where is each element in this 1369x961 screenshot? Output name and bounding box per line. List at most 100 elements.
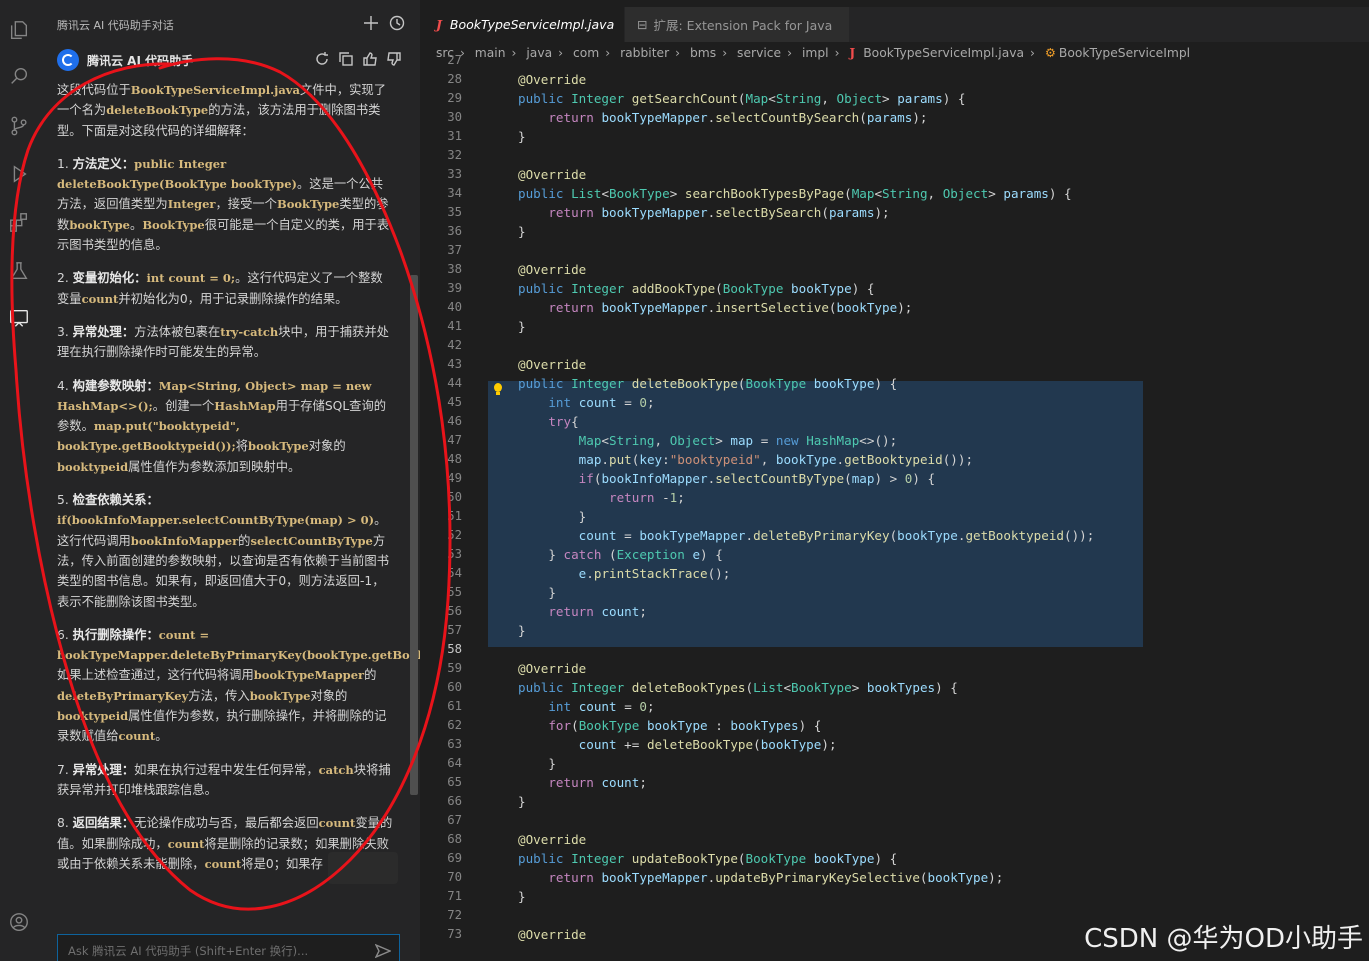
code-text: } (518, 585, 556, 600)
code-text: @Override (518, 661, 587, 676)
tab-extension-pack[interactable]: ⊟ 扩展: Extension Pack for Java (625, 7, 849, 42)
code-line[interactable]: 29 public Integer getSearchCount(Map<Stri… (420, 89, 1369, 108)
code-line[interactable]: 51 } (420, 507, 1369, 526)
line-number: 44 (447, 376, 462, 390)
code-line[interactable]: 53 } catch (Exception e) { (420, 545, 1369, 564)
chat-scrollbar[interactable] (410, 275, 418, 795)
line-number: 45 (447, 395, 462, 409)
code-line[interactable]: 66} (420, 792, 1369, 811)
code-line[interactable]: 39 public Integer addBookType(BookType bo… (420, 279, 1369, 298)
line-number: 51 (447, 509, 462, 523)
code-line[interactable]: 71} (420, 887, 1369, 906)
code-line[interactable]: 38 @Override (420, 260, 1369, 279)
code-line[interactable]: 28 @Override (420, 70, 1369, 89)
code-line[interactable]: 52 count = bookTypeMapper.deleteByPrimar… (420, 526, 1369, 545)
testing-icon[interactable] (7, 259, 31, 283)
code-line[interactable]: 54 e.printStackTrace(); (420, 564, 1369, 583)
code-line[interactable]: 50 return -1; (420, 488, 1369, 507)
code-line[interactable]: 57} (420, 621, 1369, 640)
line-number: 67 (447, 813, 462, 827)
code-line[interactable]: 59 @Override (420, 659, 1369, 678)
code-line[interactable]: 30 return bookTypeMapper.selectCountBySe… (420, 108, 1369, 127)
code-line[interactable]: 32 (420, 146, 1369, 165)
code-line[interactable]: 45 int count = 0; (420, 393, 1369, 412)
code-text: try{ (548, 414, 579, 429)
line-number: 70 (447, 870, 462, 884)
code-line[interactable]: 46 try{ (420, 412, 1369, 431)
answer-item: 1. 方法定义：public Integer deleteBookType(Bo… (57, 156, 390, 253)
search-icon[interactable] (7, 64, 31, 88)
line-number: 62 (447, 718, 462, 732)
chat-input[interactable] (66, 941, 370, 961)
code-text: } (518, 623, 526, 638)
line-number: 40 (447, 300, 462, 314)
explorer-icon[interactable] (7, 18, 31, 42)
line-number: 58 (447, 642, 462, 656)
code-area[interactable]: 27 28 @Override 29 public Integer getSearchC… (420, 53, 1369, 961)
extensions-icon[interactable] (7, 210, 31, 234)
code-line[interactable]: 55 } (420, 583, 1369, 602)
code-text: } (518, 129, 526, 144)
code-line[interactable]: 64 } (420, 754, 1369, 773)
line-number: 28 (447, 72, 462, 86)
code-line[interactable]: 48 map.put(key:"booktypeid", bookType.ge… (420, 450, 1369, 469)
source-control-icon[interactable] (7, 114, 31, 138)
code-text: } (518, 889, 526, 904)
code-line[interactable]: 36} (420, 222, 1369, 241)
code-text: @Override (518, 357, 587, 372)
code-line[interactable]: 49 if(bookInfoMapper.selectCountByType(m… (420, 469, 1369, 488)
code-line[interactable]: 42 (420, 336, 1369, 355)
line-number: 27 (447, 53, 462, 67)
java-file-icon: J (436, 17, 442, 32)
code-line[interactable]: 58 (420, 640, 1369, 659)
code-text: public Integer deleteBookType(BookType b… (518, 376, 898, 391)
code-editor: J BookTypeServiceImpl.java ✕ ⊟ 扩展: Exten… (420, 0, 1369, 961)
code-line[interactable]: 65 return count; (420, 773, 1369, 792)
code-line[interactable]: 27 (420, 51, 1369, 70)
code-line[interactable]: 47 Map<String, Object> map = new HashMap… (420, 431, 1369, 450)
code-line[interactable]: 31} (420, 127, 1369, 146)
code-text: Map<String, Object> map = new HashMap<>(… (578, 433, 898, 448)
run-debug-icon[interactable] (7, 162, 31, 186)
code-line[interactable]: 43 @Override (420, 355, 1369, 374)
code-line[interactable]: 61 int count = 0; (420, 697, 1369, 716)
answer-item: 6. 执行删除操作：count = bookTypeMapper.deleteB… (57, 627, 420, 744)
thumbs-up-icon[interactable] (362, 51, 380, 69)
code-line[interactable]: 44 public Integer deleteBookType(BookType… (420, 374, 1369, 393)
history-icon[interactable] (388, 14, 406, 32)
code-line[interactable]: 34 public List<BookType> searchBookTypesB… (420, 184, 1369, 203)
regenerate-icon[interactable] (314, 51, 332, 69)
code-text: @Override (518, 72, 587, 87)
code-text: return count; (548, 604, 647, 619)
code-line[interactable]: 41} (420, 317, 1369, 336)
code-text: return -1; (609, 490, 685, 505)
code-line[interactable]: 60 public Integer deleteBookTypes(List<Bo… (420, 678, 1369, 697)
line-number: 59 (447, 661, 462, 675)
scroll-down-button[interactable] (328, 852, 398, 884)
code-text: return bookTypeMapper.selectBySearch(par… (548, 205, 890, 220)
code-line[interactable]: 63 count += deleteBookType(bookType); (420, 735, 1369, 754)
code-line[interactable]: 40 return bookTypeMapper.insertSelective… (420, 298, 1369, 317)
code-line[interactable]: 67 (420, 811, 1369, 830)
lightbulb-icon[interactable] (493, 383, 503, 397)
code-text: int count = 0; (548, 699, 655, 714)
send-icon[interactable] (374, 943, 392, 959)
copy-icon[interactable] (338, 51, 356, 69)
code-line[interactable]: 70 return bookTypeMapper.updateByPrimary… (420, 868, 1369, 887)
account-icon[interactable] (7, 910, 31, 934)
ai-assistant-icon[interactable] (7, 306, 31, 330)
thumbs-down-icon[interactable] (386, 51, 404, 69)
tab-booktypeserviceimpl[interactable]: J BookTypeServiceImpl.java ✕ (420, 7, 637, 42)
new-chat-icon[interactable] (362, 14, 380, 32)
code-line[interactable]: 62 for(BookType bookType : bookTypes) { (420, 716, 1369, 735)
code-line[interactable]: 56 return count; (420, 602, 1369, 621)
tab-label: BookTypeServiceImpl.java (449, 17, 615, 32)
line-number: 57 (447, 623, 462, 637)
line-number: 65 (447, 775, 462, 789)
code-line[interactable]: 33 @Override (420, 165, 1369, 184)
code-line[interactable]: 69 public Integer updateBookType(BookType… (420, 849, 1369, 868)
code-line[interactable]: 37 (420, 241, 1369, 260)
code-line[interactable]: 68 @Override (420, 830, 1369, 849)
line-number: 47 (447, 433, 462, 447)
code-line[interactable]: 35 return bookTypeMapper.selectBySearch(… (420, 203, 1369, 222)
